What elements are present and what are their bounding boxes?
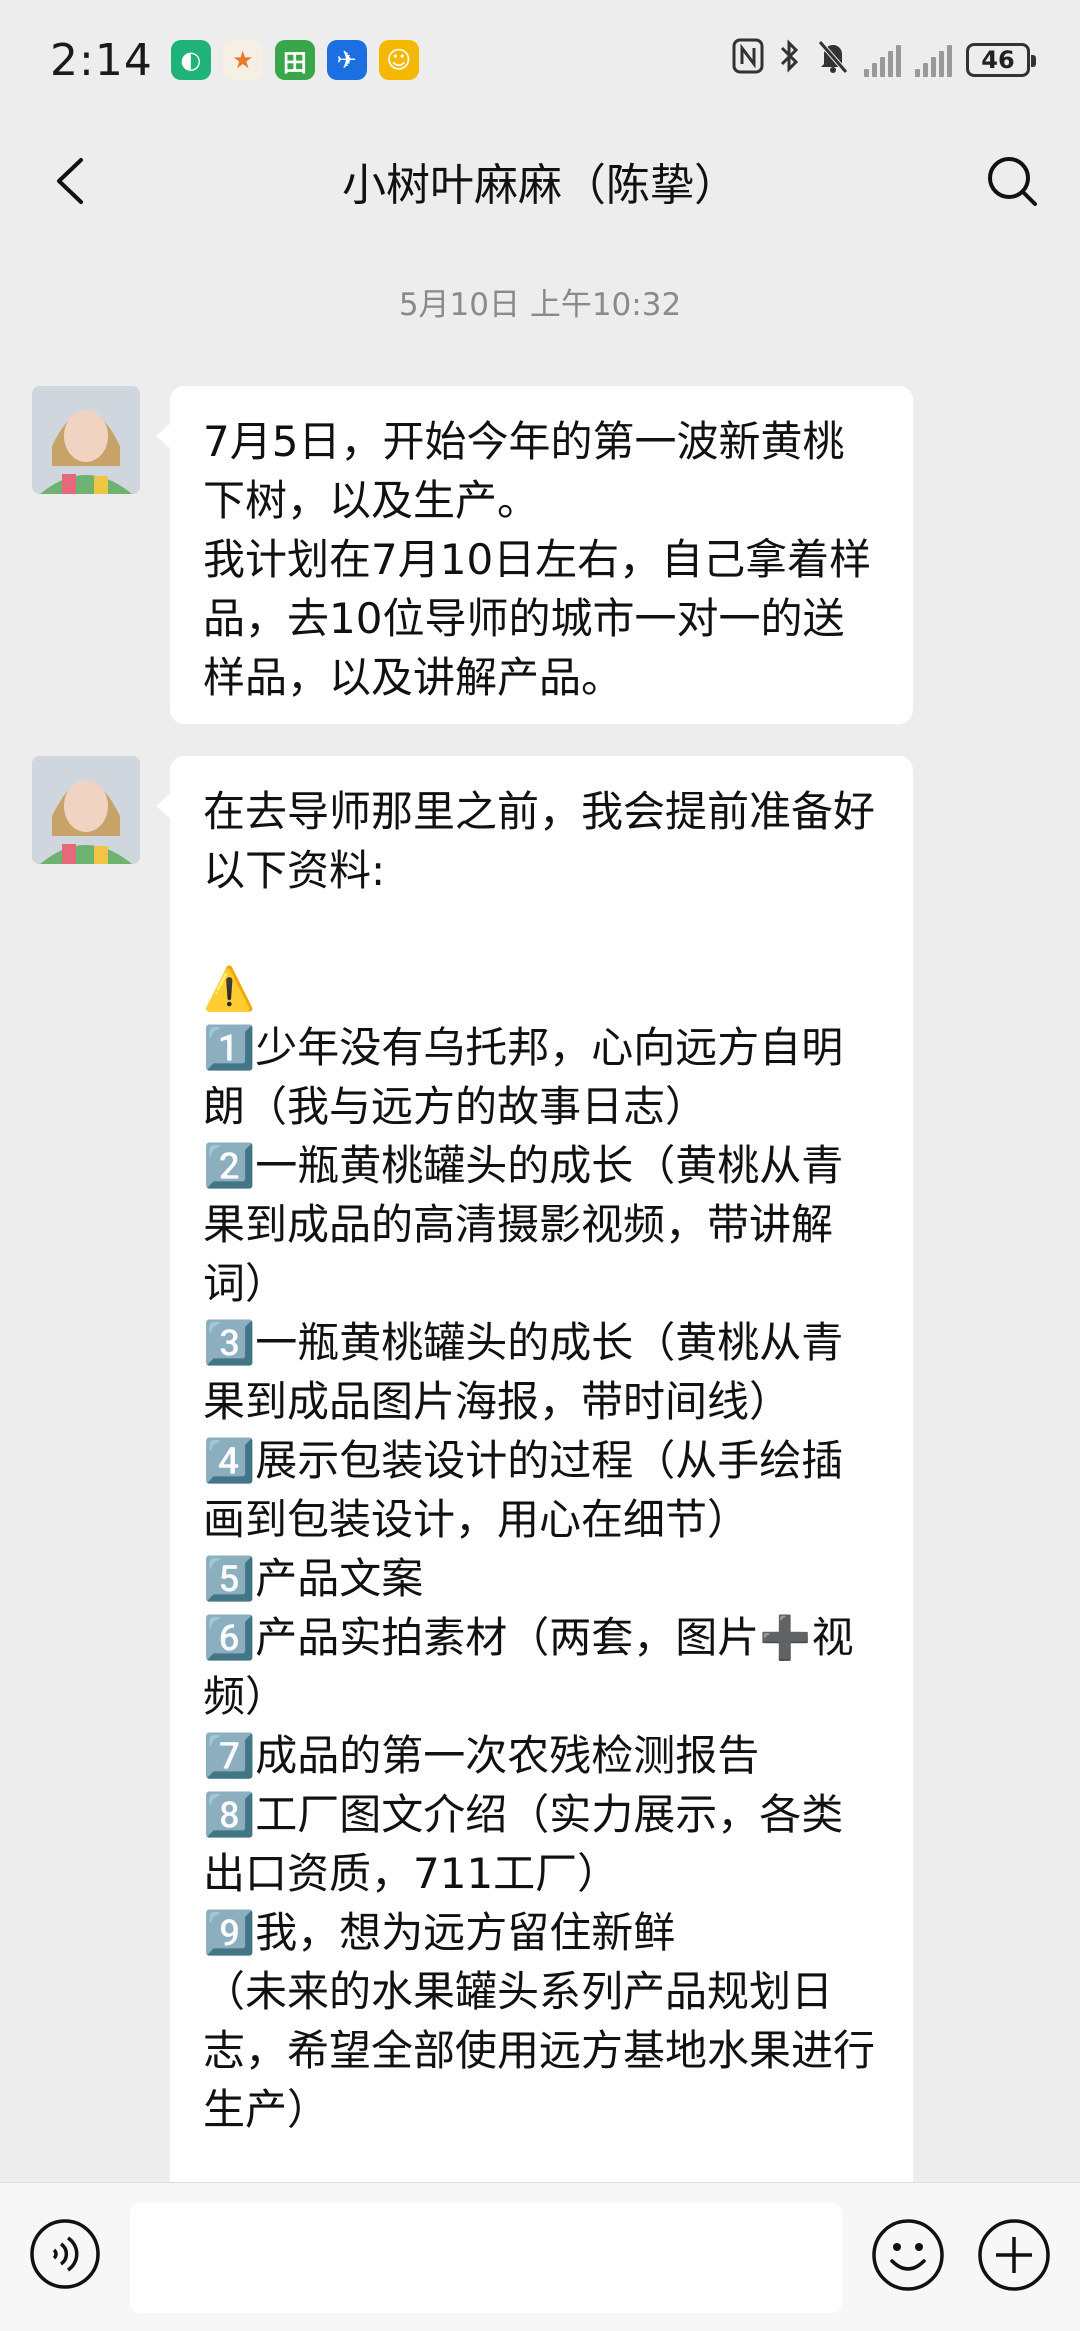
back-button[interactable] [40, 151, 100, 211]
message-timestamp: 5月10日 上午10:32 [398, 287, 682, 323]
chat-header: 小树叶麻麻（陈挚） [0, 120, 1080, 242]
voice-icon [30, 2219, 100, 2289]
mute-bell-icon [816, 38, 850, 83]
app-icon-green-circle: ◐ [170, 40, 211, 80]
battery-indicator: 46 [966, 43, 1036, 77]
chat-title: 小树叶麻麻（陈挚） [342, 160, 738, 211]
app-icon-green-square: 田 [274, 40, 315, 80]
emoji-button[interactable] [870, 2217, 946, 2293]
signal-icon-1 [864, 43, 901, 77]
app-icon-blue-plane: ✈ [326, 40, 367, 80]
search-icon [988, 157, 1037, 206]
bluetooth-icon [778, 38, 802, 83]
status-right: 46 [732, 38, 1036, 83]
status-bar: 2:14 ◐ ★ 田 ✈ ☺ 46 [0, 0, 1080, 120]
message-bubble[interactable]: 7月5日，开始今年的第一波新黄桃下树，以及生产。 我计划在7月10日左右，自己拿… [156, 386, 913, 724]
avatar[interactable] [32, 756, 140, 864]
message-input[interactable] [130, 2203, 842, 2313]
search-button[interactable] [980, 149, 1044, 213]
message-bubble[interactable]: 在去导师那里之前，我会提前准备好以下资料: ⚠️ 1️⃣少年没有乌托邦，心向远方… [156, 756, 913, 2182]
chevron-left-icon [57, 158, 83, 204]
app-icon-yellow: ☺ [378, 40, 419, 80]
avatar[interactable] [32, 386, 140, 494]
notification-app-icons: ◐ ★ 田 ✈ ☺ [170, 40, 419, 80]
status-time: 2:14 [50, 34, 153, 86]
app-icon-orange: ★ [222, 40, 263, 80]
smiley-icon [872, 2219, 944, 2291]
voice-input-button[interactable] [28, 2217, 102, 2291]
input-bar [0, 2182, 1080, 2331]
chat-message-list[interactable]: 5月10日 上午10:32 7月5日，开始今年的第一波新黄桃下树，以及生产。 我… [0, 242, 1080, 2182]
nfc-icon [732, 38, 764, 83]
plus-icon [978, 2219, 1050, 2291]
more-options-button[interactable] [976, 2217, 1052, 2293]
signal-icon-2 [915, 43, 952, 77]
